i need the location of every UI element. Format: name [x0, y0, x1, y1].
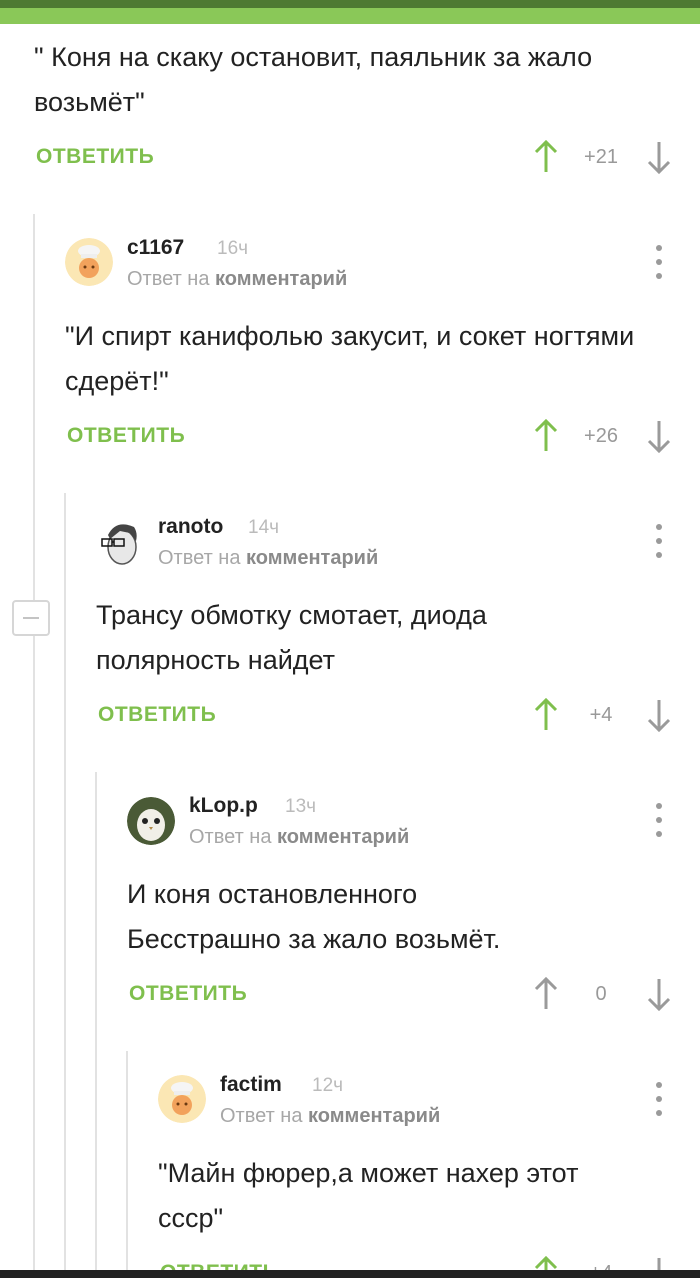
thread-line-level-2: [64, 493, 66, 1278]
reply-to-prefix: Ответ на: [220, 1105, 303, 1127]
comment-menu-icon[interactable]: [654, 524, 664, 558]
reply-to-line: Ответ на комментарий: [127, 268, 347, 291]
author-name[interactable]: ranoto: [158, 515, 223, 539]
reply-to-prefix: Ответ на: [158, 547, 241, 569]
comment-text: " Коня на скаку остановит, паяльник за ж…: [34, 42, 593, 117]
comment-time: 14ч: [248, 517, 280, 538]
glasses-person-avatar-icon: [96, 517, 144, 565]
chef-avatar-icon: [158, 1075, 206, 1123]
downvote-arrow-icon[interactable]: [647, 977, 671, 1011]
reply-button[interactable]: ОТВЕТИТЬ: [129, 982, 247, 1006]
downvote-arrow-icon[interactable]: [647, 140, 671, 174]
author-name[interactable]: kLop.p: [189, 794, 258, 818]
comment-text: И коня остановленного Бесстрашно за жало…: [127, 872, 627, 962]
comment-time: 12ч: [312, 1075, 344, 1096]
vote-score: +26: [584, 425, 618, 447]
upvote-arrow-icon[interactable]: [534, 698, 558, 732]
author-name[interactable]: c1167: [127, 236, 184, 260]
reply-to-line: Ответ на комментарий: [189, 826, 409, 849]
chef-avatar-icon: [65, 238, 113, 286]
comment-text-line: И коня остановленного: [127, 879, 418, 909]
downvote-arrow-icon[interactable]: [647, 419, 671, 453]
reply-to-prefix: Ответ на: [127, 268, 210, 290]
avatar[interactable]: [96, 517, 144, 565]
comment-menu-icon[interactable]: [654, 245, 664, 279]
collapse-thread-button[interactable]: [12, 600, 50, 636]
reply-to-link[interactable]: комментарий: [215, 268, 347, 290]
thread-line-level-3: [95, 772, 97, 1278]
thread-line-level-4: [126, 1051, 128, 1278]
reply-button[interactable]: ОТВЕТИТЬ: [36, 145, 154, 169]
downvote-arrow-icon[interactable]: [647, 698, 671, 732]
reply-to-line: Ответ на комментарий: [158, 547, 378, 570]
reply-to-prefix: Ответ на: [189, 826, 272, 848]
comment-text: "Майн фюрер,а может нахер этот ссср": [158, 1158, 579, 1233]
reply-to-line: Ответ на комментарий: [220, 1105, 440, 1128]
comment-time: 16ч: [217, 238, 249, 259]
thread-line-level-1: [33, 214, 35, 1278]
vote-score: +4: [589, 704, 613, 726]
upvote-arrow-icon[interactable]: [534, 977, 558, 1011]
avatar[interactable]: [65, 238, 113, 286]
top-bar-shadow: [0, 0, 700, 8]
upvote-arrow-icon[interactable]: [534, 419, 558, 453]
vote-score: 0: [595, 983, 607, 1005]
author-name[interactable]: factim: [220, 1073, 282, 1097]
avatar[interactable]: [127, 797, 175, 845]
comment-text-line: Бесстрашно за жало возьмёт.: [127, 924, 501, 954]
comment-menu-icon[interactable]: [654, 803, 664, 837]
reply-to-link[interactable]: комментарий: [246, 547, 378, 569]
reply-to-link[interactable]: комментарий: [277, 826, 409, 848]
bottom-edge-bar: [0, 1270, 700, 1278]
avatar[interactable]: [158, 1075, 206, 1123]
comment-text: "И спирт канифолью закусит, и сокет ногт…: [65, 321, 635, 396]
owl-avatar-icon: [127, 797, 175, 845]
comment-time: 13ч: [285, 796, 317, 817]
reply-to-link[interactable]: комментарий: [308, 1105, 440, 1127]
reply-button[interactable]: ОТВЕТИТЬ: [67, 424, 185, 448]
comment-menu-icon[interactable]: [654, 1082, 664, 1116]
vote-score: +21: [584, 146, 618, 168]
comment-text: Трансу обмотку смотает, диода полярность…: [96, 600, 487, 675]
upvote-arrow-icon[interactable]: [534, 140, 558, 174]
reply-button[interactable]: ОТВЕТИТЬ: [98, 703, 216, 727]
